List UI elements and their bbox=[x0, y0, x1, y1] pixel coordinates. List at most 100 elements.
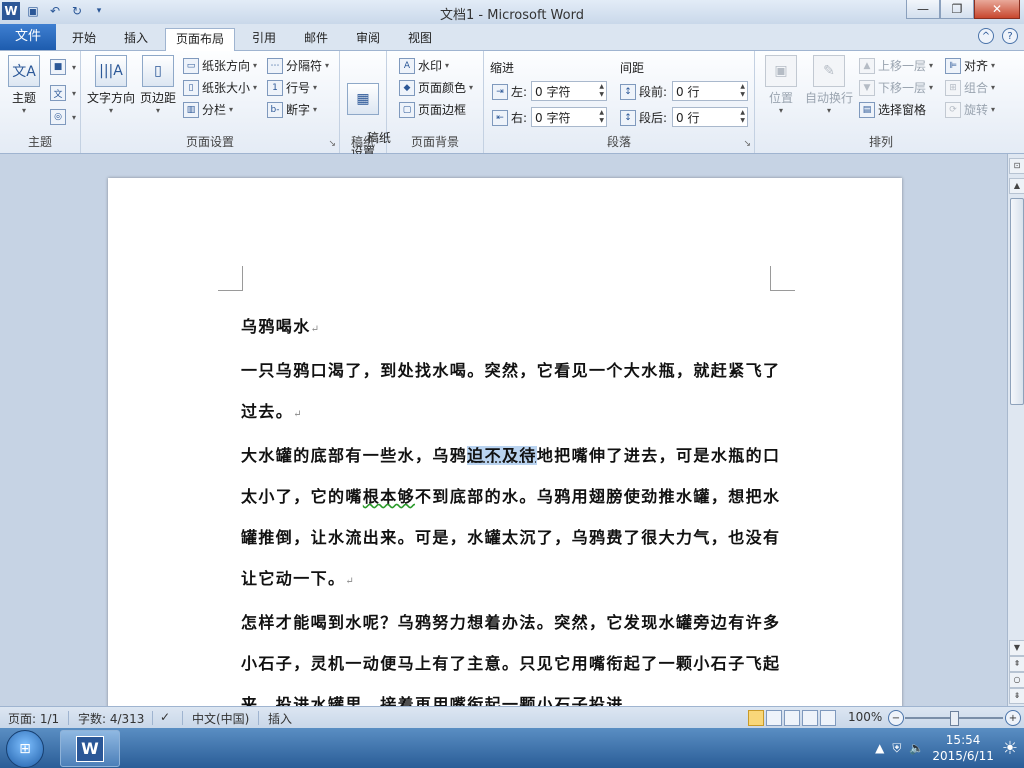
page-setup-group-label: 页面设置 bbox=[185, 135, 234, 149]
page-borders-icon: ▢ bbox=[399, 101, 415, 118]
group-icon: ⊞ bbox=[945, 79, 961, 96]
volume-icon[interactable]: 🔈 bbox=[909, 741, 924, 755]
start-button[interactable]: ⊞ bbox=[6, 730, 44, 768]
proofing-icon[interactable]: ✓ bbox=[160, 710, 170, 724]
paragraph-launcher-icon[interactable]: ↘ bbox=[743, 139, 751, 149]
group-button[interactable]: ⊞ 组合 ▾ bbox=[945, 79, 995, 96]
theme-effects-button[interactable]: ◎ ▾ bbox=[50, 109, 76, 125]
columns-icon: ▥ bbox=[183, 101, 199, 118]
theme-fonts-button[interactable]: 文 ▾ bbox=[50, 85, 76, 101]
line-numbers-button[interactable]: 1 行号 ▾ bbox=[267, 79, 317, 96]
watermark-button[interactable]: A 水印 ▾ bbox=[399, 57, 449, 74]
orientation-icon: ▭ bbox=[183, 57, 199, 74]
orientation-button[interactable]: ▭ 纸张方向 ▾ bbox=[183, 57, 257, 74]
vertical-scrollbar[interactable]: ⊡ ▲ ▼ ⇞ ○ ⇟ bbox=[1007, 154, 1024, 706]
zoom-slider-handle[interactable] bbox=[950, 711, 959, 726]
draft-view-icon[interactable] bbox=[820, 710, 836, 726]
scroll-down-icon[interactable]: ▼ bbox=[1009, 640, 1024, 656]
scroll-thumb[interactable] bbox=[1010, 198, 1024, 405]
theme-colors-icon: ■ bbox=[50, 59, 66, 75]
show-hidden-icons-icon[interactable]: ▲ bbox=[875, 741, 884, 755]
send-backward-button[interactable]: ▼ 下移一层 ▾ bbox=[859, 79, 933, 96]
position-button[interactable]: ▣ 位置 ▾ bbox=[761, 55, 801, 115]
taskbar-word-button[interactable]: W bbox=[60, 730, 120, 767]
tab-page-layout[interactable]: 页面布局 bbox=[165, 28, 236, 52]
clock[interactable]: 15:54 2015/6/11 bbox=[932, 732, 994, 764]
tab-file[interactable]: 文件 bbox=[0, 24, 56, 50]
size-button[interactable]: ▯ 纸张大小 ▾ bbox=[183, 79, 257, 96]
page-borders-button[interactable]: ▢ 页面边框 bbox=[399, 101, 466, 118]
spacing-after-input[interactable]: 0 行 bbox=[672, 107, 748, 127]
next-page-icon[interactable]: ⇟ bbox=[1009, 688, 1024, 704]
tab-references[interactable]: 引用 bbox=[242, 28, 286, 49]
previous-page-icon[interactable]: ⇞ bbox=[1009, 656, 1024, 672]
grammar-flag-text[interactable]: 根本够 bbox=[363, 487, 415, 506]
rotate-button[interactable]: ⟳ 旋转 ▾ bbox=[945, 101, 995, 118]
tab-home[interactable]: 开始 bbox=[62, 28, 106, 49]
tab-review[interactable]: 审阅 bbox=[346, 28, 390, 49]
help-icon[interactable]: ? bbox=[1002, 28, 1018, 44]
scroll-up-icon[interactable]: ▲ bbox=[1009, 178, 1024, 194]
ribbon-tabs: 文件 开始 插入 页面布局 引用 邮件 审阅 视图 ^ ? bbox=[0, 24, 1024, 52]
margins-button[interactable]: ▯ 页边距 ▾ bbox=[137, 55, 179, 115]
insert-mode-indicator[interactable]: 插入 bbox=[268, 710, 292, 727]
manuscript-group-label: 稿纸 bbox=[350, 135, 375, 149]
ruler-toggle-icon[interactable]: ⊡ bbox=[1009, 158, 1024, 174]
tab-mailings[interactable]: 邮件 bbox=[294, 28, 338, 49]
paragraph-3: 怎样才能喝到水呢？乌鸦努力想着办法。突然，它发现水罐旁边有许多小石子，灵机一动便… bbox=[241, 613, 781, 706]
zoom-level[interactable]: 100% bbox=[848, 710, 882, 724]
weather-icon[interactable]: ☀ bbox=[1002, 738, 1018, 759]
align-button[interactable]: ⊫ 对齐 ▾ bbox=[945, 57, 995, 74]
window-title: 文档1 - Microsoft Word bbox=[440, 8, 584, 23]
selected-text[interactable]: 迫不及待 bbox=[467, 446, 537, 465]
tab-view[interactable]: 视图 bbox=[398, 28, 442, 49]
web-layout-view-icon[interactable] bbox=[784, 710, 800, 726]
maximize-button[interactable]: ❐ bbox=[940, 0, 974, 19]
document-page[interactable]: 乌鸦喝水↵ 一只乌鸦口渴了，到处找水喝。突然，它看见一个大水瓶，就赶紧飞了过去。… bbox=[108, 178, 902, 706]
position-icon: ▣ bbox=[765, 55, 797, 87]
selection-pane-button[interactable]: ▤ 选择窗格 bbox=[859, 101, 926, 118]
zoom-in-icon[interactable]: + bbox=[1005, 710, 1021, 726]
page-setup-launcher-icon[interactable]: ↘ bbox=[328, 139, 336, 149]
word-icon: W bbox=[76, 735, 104, 762]
outline-view-icon[interactable] bbox=[802, 710, 818, 726]
title-bar: W ▣ ↶ ↻ ▾ 文档1 - Microsoft Word — ❐ ✕ bbox=[0, 0, 1024, 25]
manuscript-icon: ▦ bbox=[347, 83, 379, 115]
spacing-before-input[interactable]: 0 行 bbox=[672, 81, 748, 101]
bring-forward-button[interactable]: ▲ 上移一层 ▾ bbox=[859, 57, 933, 74]
hyphenation-button[interactable]: b- 断字 ▾ bbox=[267, 101, 317, 118]
language-indicator[interactable]: 中文(中国) bbox=[192, 710, 249, 727]
breaks-icon: ⋯ bbox=[267, 57, 283, 74]
theme-group: 文A 主题 ▾ ■ ▾ 文 ▾ ◎ ▾ 主题 bbox=[0, 51, 81, 153]
wrap-text-button[interactable]: ✎ 自动换行 ▾ bbox=[803, 55, 855, 115]
indent-left-input[interactable]: 0 字符 bbox=[531, 81, 607, 101]
hyphenation-icon: b- bbox=[267, 101, 283, 118]
minimize-button[interactable]: — bbox=[906, 0, 940, 19]
print-layout-view-icon[interactable] bbox=[748, 710, 764, 726]
text-direction-button[interactable]: |||A 文字方向 ▾ bbox=[85, 55, 137, 115]
document-body[interactable]: 乌鸦喝水↵ 一只乌鸦口渴了，到处找水喝。突然，它看见一个大水瓶，就赶紧飞了过去。… bbox=[241, 306, 781, 706]
page-color-button[interactable]: ◆ 页面颜色 ▾ bbox=[399, 79, 473, 96]
breaks-button[interactable]: ⋯ 分隔符 ▾ bbox=[267, 57, 329, 74]
minimize-ribbon-icon[interactable]: ^ bbox=[978, 28, 994, 44]
paragraph-2: 大水罐的底部有一些水，乌鸦迫不及待地把嘴伸了进去，可是水瓶的口太小了，它的嘴根本… bbox=[241, 446, 781, 588]
theme-button[interactable]: 文A 主题 ▾ bbox=[6, 55, 42, 115]
page-setup-group: |||A 文字方向 ▾ ▯ 页边距 ▾ ▭ 纸张方向 ▾ ▯ 纸张大小 ▾ ▥ 分栏 ▾ ⋯… bbox=[81, 51, 340, 153]
indent-right-label: 右: bbox=[511, 111, 528, 125]
browse-object-icon[interactable]: ○ bbox=[1009, 672, 1024, 688]
zoom-out-icon[interactable]: − bbox=[888, 710, 904, 726]
page-count[interactable]: 页面: 1/1 bbox=[8, 710, 59, 727]
line-numbers-icon: 1 bbox=[267, 79, 283, 96]
indent-right-input[interactable]: 0 字符 bbox=[531, 107, 607, 127]
paragraph-group-label: 段落 bbox=[606, 135, 631, 149]
document-area: 乌鸦喝水↵ 一只乌鸦口渴了，到处找水喝。突然，它看见一个大水瓶，就赶紧飞了过去。… bbox=[0, 154, 1007, 706]
close-button[interactable]: ✕ bbox=[974, 0, 1020, 19]
word-count[interactable]: 字数: 4/313 bbox=[78, 710, 144, 727]
size-icon: ▯ bbox=[183, 79, 199, 96]
columns-button[interactable]: ▥ 分栏 ▾ bbox=[183, 101, 233, 118]
tab-insert[interactable]: 插入 bbox=[114, 28, 158, 49]
theme-colors-button[interactable]: ■ ▾ bbox=[50, 59, 76, 75]
security-shield-icon[interactable]: ⛨ bbox=[892, 741, 901, 756]
taskbar: ⊞ W ▲ ⛨ 🔈 15:54 2015/6/11 ☀ bbox=[0, 728, 1024, 768]
full-screen-reading-view-icon[interactable] bbox=[766, 710, 782, 726]
